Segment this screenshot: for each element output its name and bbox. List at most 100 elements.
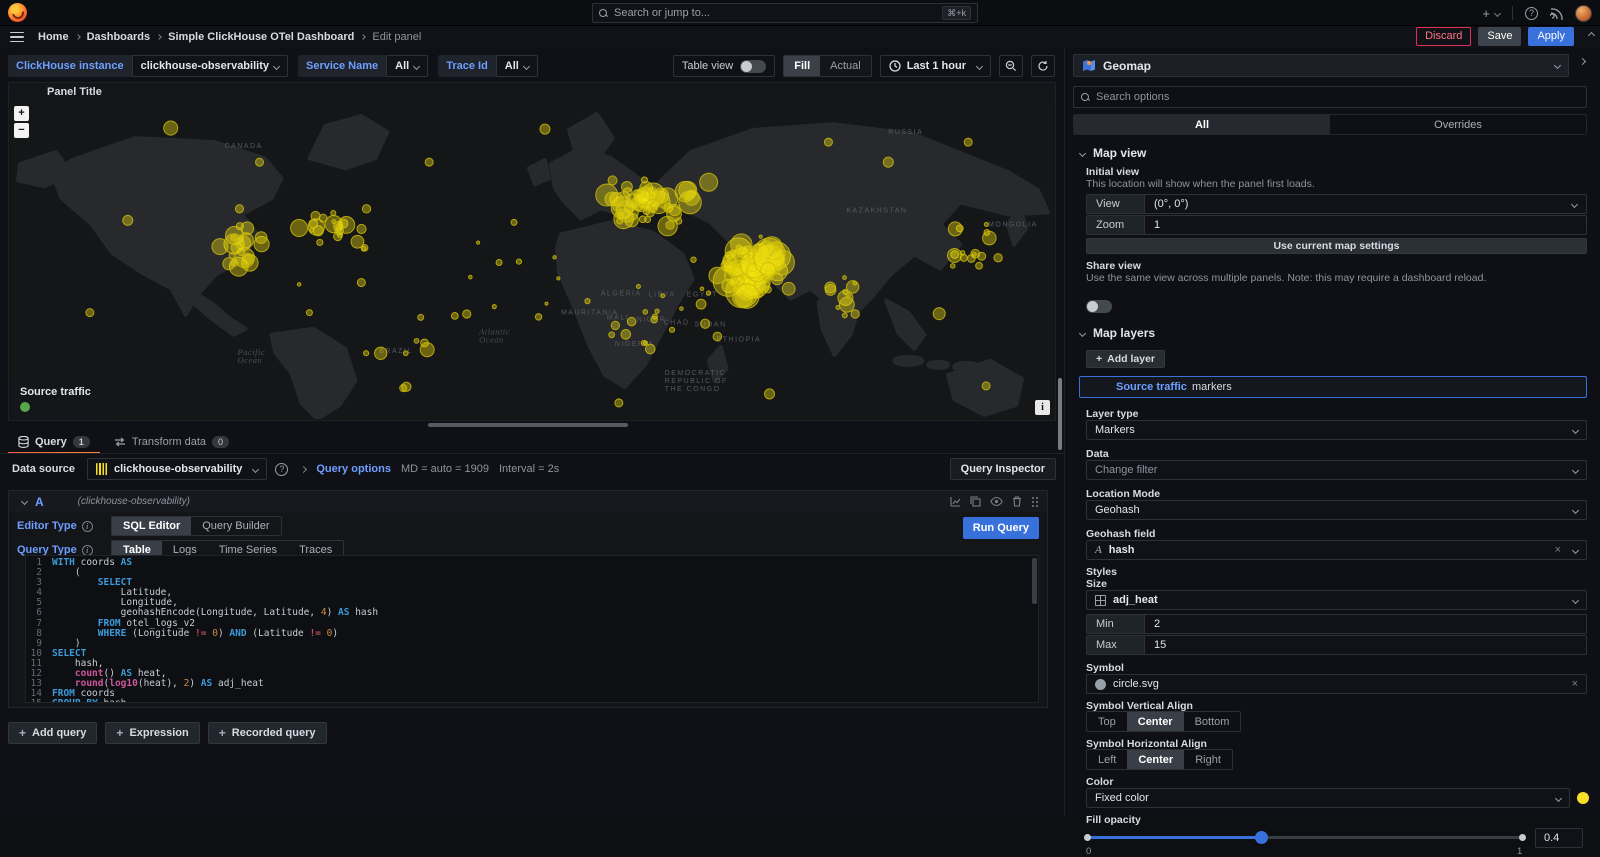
map-marker[interactable]	[641, 177, 647, 183]
collapse-options-icon[interactable]	[1588, 32, 1595, 39]
map-marker[interactable]	[700, 287, 704, 291]
map-marker[interactable]	[615, 399, 623, 407]
map-marker[interactable]	[255, 232, 267, 244]
query-ref-header[interactable]: A (clickhouse-observability)	[9, 491, 1047, 512]
map-marker[interactable]	[701, 319, 710, 328]
map-marker[interactable]	[759, 235, 762, 238]
map-marker[interactable]	[655, 309, 659, 313]
expression-button[interactable]: +Expression	[105, 722, 199, 744]
map-marker[interactable]	[761, 262, 776, 277]
map-marker[interactable]	[317, 239, 323, 245]
breadcrumb-dashboards[interactable]: Dashboards	[87, 31, 151, 43]
map-marker[interactable]	[696, 299, 706, 309]
map-marker[interactable]	[469, 275, 473, 279]
fill-opacity-value[interactable]: 0.4	[1535, 828, 1583, 848]
map-marker[interactable]	[86, 309, 94, 317]
map-marker[interactable]	[842, 313, 847, 318]
map-marker[interactable]	[656, 188, 677, 209]
map-marker[interactable]	[357, 224, 366, 233]
news-icon[interactable]	[1550, 7, 1563, 20]
map-marker[interactable]	[661, 294, 665, 298]
map-marker[interactable]	[933, 308, 945, 320]
menu-toggle-icon[interactable]	[10, 32, 24, 43]
map-marker[interactable]	[242, 253, 253, 264]
run-query-button[interactable]: Run Query	[963, 517, 1039, 539]
map-marker[interactable]	[651, 316, 658, 323]
drag-handle-icon[interactable]	[1031, 496, 1039, 508]
map-marker[interactable]	[425, 158, 433, 166]
map-marker[interactable]	[361, 245, 368, 252]
map-marker[interactable]	[729, 277, 738, 286]
align-left-option[interactable]: Left	[1087, 750, 1127, 769]
map-marker[interactable]	[557, 277, 560, 280]
clear-icon[interactable]: ×	[1555, 544, 1561, 556]
collapse-query-icon[interactable]	[21, 498, 28, 505]
tab-transform-data[interactable]: Transform data 0	[104, 430, 239, 453]
grafana-logo-icon[interactable]	[8, 3, 27, 22]
map-marker[interactable]	[621, 330, 631, 340]
add-menu-button[interactable]: +	[1482, 6, 1500, 21]
clear-icon[interactable]: ×	[1572, 678, 1578, 690]
map-marker[interactable]	[669, 327, 674, 332]
section-map-layers[interactable]: Map layers	[1075, 326, 1155, 340]
map-marker[interactable]	[622, 181, 633, 192]
eye-icon[interactable]	[990, 496, 1003, 507]
variable-value-dropdown[interactable]: All	[496, 55, 538, 77]
map-marker[interactable]	[824, 138, 832, 146]
map-marker[interactable]	[611, 321, 619, 329]
map-marker[interactable]	[414, 338, 419, 343]
left-pane-scrollbar[interactable]	[1058, 378, 1062, 450]
tab-all[interactable]: All	[1074, 115, 1330, 134]
map-marker[interactable]	[825, 284, 836, 295]
symbol-select[interactable]: circle.svg ×	[1086, 674, 1587, 694]
query-inspector-button[interactable]: Query Inspector	[950, 458, 1056, 480]
align-center-option[interactable]: Center	[1127, 712, 1184, 731]
align-right-option[interactable]: Right	[1184, 750, 1232, 769]
help-icon[interactable]: ?	[1525, 7, 1538, 20]
map-marker[interactable]	[553, 256, 556, 259]
zoom-out-time-button[interactable]	[999, 55, 1023, 77]
save-button[interactable]: Save	[1478, 27, 1521, 46]
map-marker[interactable]	[735, 284, 759, 308]
size-field-select[interactable]: adj_heat	[1086, 590, 1587, 610]
geohash-field-select[interactable]: A hash ×	[1086, 540, 1587, 560]
map-marker[interactable]	[782, 282, 795, 295]
map-marker[interactable]	[420, 343, 434, 357]
map-marker[interactable]	[256, 158, 264, 166]
geomap-canvas[interactable]: RUSSIACANADAKAZAKHSTANMONGOLIAALGERIALIB…	[10, 102, 1054, 419]
map-marker[interactable]	[229, 253, 235, 259]
duplicate-icon[interactable]	[970, 496, 981, 507]
map-marker[interactable]	[241, 222, 254, 235]
map-zoom-out-button[interactable]: −	[14, 123, 29, 138]
section-map-view[interactable]: Map view	[1075, 146, 1146, 160]
map-marker[interactable]	[639, 216, 646, 223]
map-marker[interactable]	[235, 205, 243, 213]
map-marker[interactable]	[357, 279, 365, 287]
map-marker[interactable]	[982, 382, 990, 390]
tab-query[interactable]: Query 1	[8, 430, 100, 453]
color-dropdown[interactable]: Fixed color	[1086, 788, 1570, 808]
align-center-option[interactable]: Center	[1127, 750, 1184, 769]
layer-type-dropdown[interactable]: Markers	[1086, 420, 1587, 440]
location-mode-dropdown[interactable]: Geohash	[1086, 500, 1587, 520]
map-marker[interactable]	[332, 219, 336, 223]
layer-item-source-traffic[interactable]: Source traffic markers	[1079, 376, 1587, 398]
map-marker[interactable]	[883, 157, 893, 167]
time-range-picker[interactable]: Last 1 hour	[880, 55, 991, 77]
data-dropdown[interactable]: Change filter	[1086, 460, 1587, 480]
breadcrumb-home[interactable]: Home	[38, 31, 69, 43]
map-marker[interactable]	[516, 259, 521, 264]
max-input[interactable]: 15	[1144, 635, 1587, 655]
slider-handle[interactable]	[1255, 831, 1268, 844]
query-options-link[interactable]: Query options	[316, 463, 391, 475]
map-marker[interactable]	[950, 264, 955, 269]
map-marker[interactable]	[608, 176, 617, 185]
color-swatch[interactable]	[1577, 792, 1589, 804]
map-marker[interactable]	[641, 340, 646, 345]
map-marker[interactable]	[994, 254, 1002, 262]
map-marker[interactable]	[836, 305, 840, 309]
map-marker[interactable]	[700, 173, 718, 191]
recorded-query-button[interactable]: +Recorded query	[208, 722, 327, 744]
map-marker[interactable]	[643, 310, 648, 315]
map-marker[interactable]	[545, 302, 548, 305]
